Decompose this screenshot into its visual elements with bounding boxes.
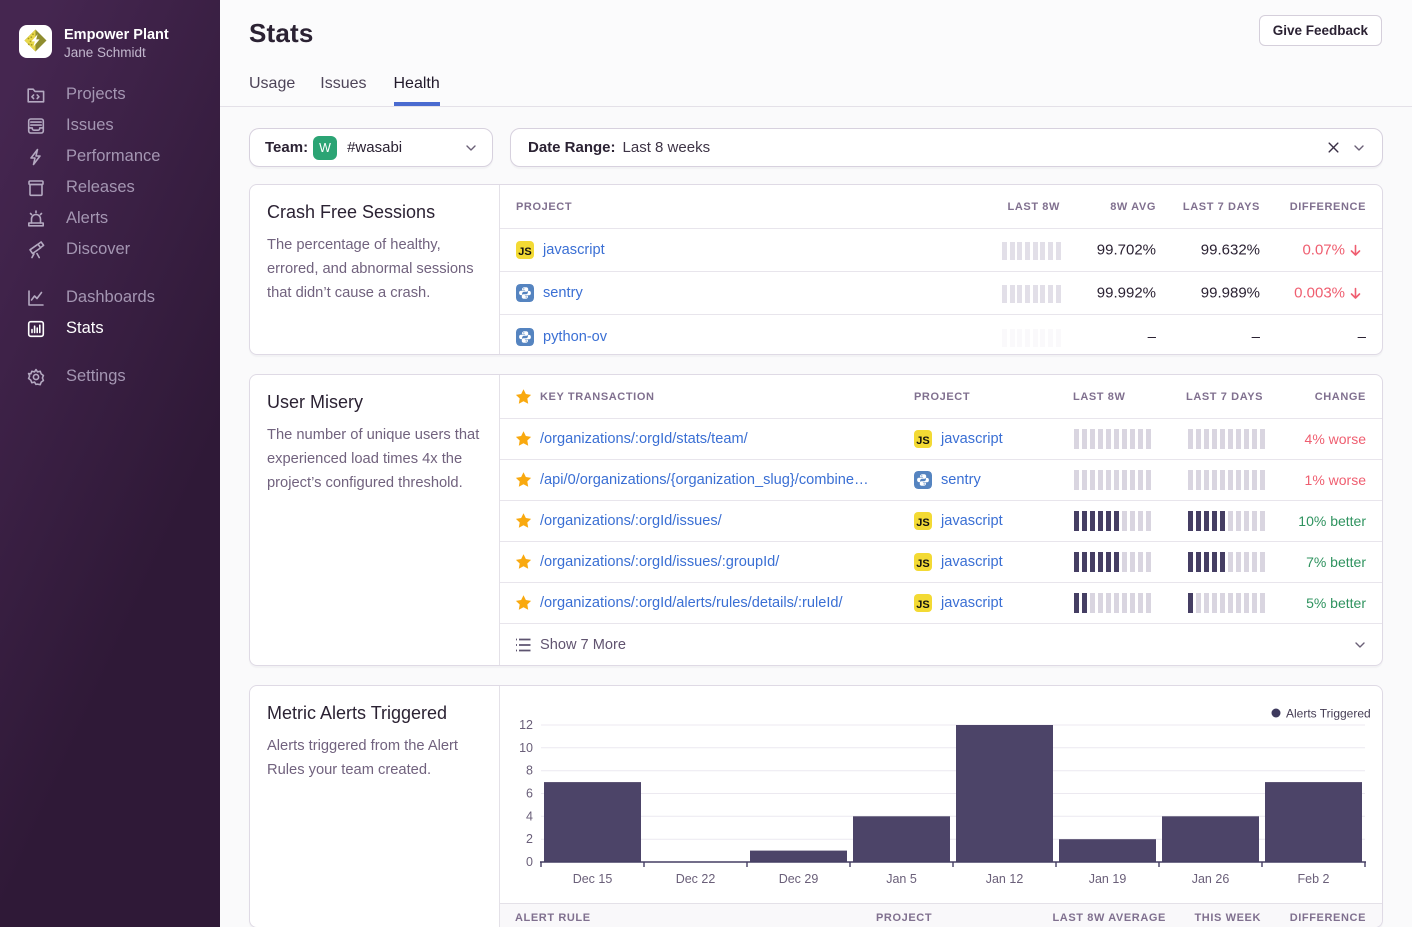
svg-text:Jan 19: Jan 19 bbox=[1089, 872, 1127, 886]
svg-text:0: 0 bbox=[526, 855, 533, 869]
svg-text:Jan 12: Jan 12 bbox=[986, 872, 1024, 886]
svg-text:12: 12 bbox=[519, 718, 533, 732]
svg-text:6: 6 bbox=[526, 787, 533, 801]
svg-text:10: 10 bbox=[519, 741, 533, 755]
svg-text:4: 4 bbox=[526, 809, 533, 823]
svg-text:Dec 15: Dec 15 bbox=[573, 872, 613, 886]
svg-text:Jan 26: Jan 26 bbox=[1192, 872, 1230, 886]
svg-text:Alerts Triggered: Alerts Triggered bbox=[1286, 707, 1371, 721]
svg-text:8: 8 bbox=[526, 764, 533, 778]
svg-text:Dec 29: Dec 29 bbox=[779, 872, 819, 886]
svg-text:Jan 5: Jan 5 bbox=[886, 872, 917, 886]
svg-text:2: 2 bbox=[526, 832, 533, 846]
svg-text:Feb 2: Feb 2 bbox=[1298, 872, 1330, 886]
svg-text:Dec 22: Dec 22 bbox=[676, 872, 716, 886]
